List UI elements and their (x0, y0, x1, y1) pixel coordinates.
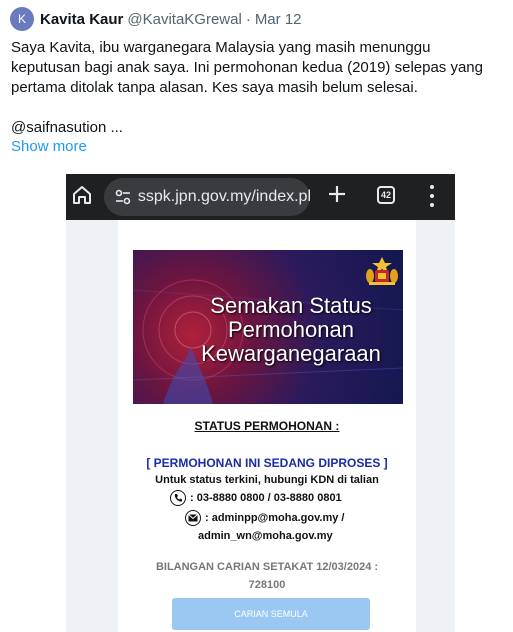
separator-dot: · (245, 10, 251, 28)
search-again-button[interactable]: CARIAN SEMULA (172, 598, 370, 630)
email-row: : adminpp@moha.gov.my / (185, 510, 344, 526)
plus-icon[interactable] (326, 183, 348, 205)
email-address-1[interactable]: : adminpp@moha.gov.my / (205, 512, 344, 524)
email-icon (185, 510, 201, 526)
banner-line: Semakan Status (210, 293, 372, 318)
banner-line: Permohonan (228, 317, 354, 342)
phone-numbers: : 03-8880 0800 / 03-8880 0801 (190, 492, 342, 504)
kebab-menu-icon[interactable] (424, 183, 440, 209)
email-address-2[interactable]: admin_wn@moha.gov.my (198, 530, 333, 542)
tweet-header: K Kavita Kaur @KavitaKGrewal · Mar 12 (10, 6, 302, 32)
tweet-text-line: pertama ditolak tanpa alasan. Kes saya m… (11, 79, 418, 96)
banner-title: Semakan Status Permohonan Kewarganegaraa… (181, 294, 401, 366)
coat-of-arms-icon (366, 257, 398, 285)
tweet-date[interactable]: Mar 12 (255, 11, 302, 28)
url-text: sspk.jpn.gov.my/index.pl (137, 188, 310, 205)
avatar[interactable]: K (10, 7, 34, 31)
status-heading: STATUS PERMOHONAN : (194, 419, 340, 433)
tweet-text-line: keputusan bagi anak saya. Ini permohonan… (11, 59, 483, 76)
home-icon[interactable] (71, 184, 93, 206)
display-name[interactable]: Kavita Kaur (40, 11, 123, 28)
contact-info-line: Untuk status terkini, hubungi KDN di tal… (155, 474, 379, 486)
tweet-text-line: Saya Kavita, ibu warganegara Malaysia ya… (11, 39, 431, 56)
tab-count: 42 (380, 190, 391, 200)
tweet-media-image[interactable]: sspk.jpn.gov.my/index.pl 42 Semakan Stat… (66, 174, 455, 632)
search-count-value: 728100 (248, 579, 286, 591)
search-count-label: BILANGAN CARIAN SETAKAT 12/03/2024 : (155, 561, 379, 573)
tweet-text: Saya Kavita, ibu warganegara Malaysia ya… (11, 38, 506, 138)
phone-icon (170, 490, 186, 506)
banner-line: Kewarganegaraan (201, 341, 381, 366)
mention-line: @saifnasution ... (11, 119, 123, 136)
show-more-link[interactable]: Show more (11, 138, 87, 155)
web-page: Semakan Status Permohonan Kewarganegaraa… (118, 220, 416, 632)
site-settings-icon[interactable] (114, 188, 132, 206)
phone-row: : 03-8880 0800 / 03-8880 0801 (170, 490, 342, 506)
tabs-icon[interactable]: 42 (377, 186, 395, 204)
address-bar[interactable]: sspk.jpn.gov.my/index.pl (104, 178, 310, 216)
status-value: [ PERMOHONAN INI SEDANG DIPROSES ] (146, 456, 388, 470)
browser-toolbar: sspk.jpn.gov.my/index.pl 42 (66, 174, 455, 220)
user-handle[interactable]: @KavitaKGrewal (127, 11, 241, 28)
page-banner: Semakan Status Permohonan Kewarganegaraa… (133, 250, 403, 404)
